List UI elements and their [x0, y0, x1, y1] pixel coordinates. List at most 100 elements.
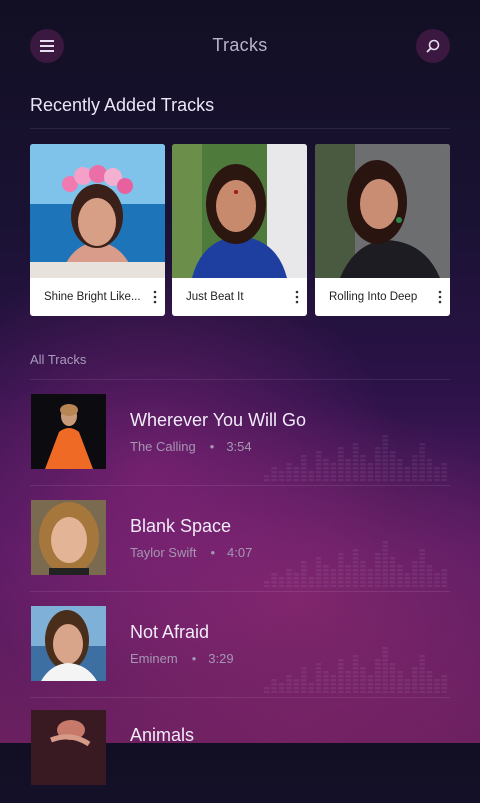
equalizer-segment: [434, 683, 440, 686]
equalizer-segment: [419, 683, 425, 686]
equalizer-segment: [308, 475, 314, 478]
track-row[interactable]: Wherever You Will Go The Calling • 3:54: [0, 380, 480, 485]
recent-track-card[interactable]: Rolling Into Deep: [315, 144, 450, 316]
card-title: Shine Bright Like...: [44, 291, 141, 303]
equalizer-segment: [426, 577, 433, 580]
equalizer-segment: [323, 475, 329, 478]
equalizer-segment: [360, 585, 366, 587]
more-vertical-icon[interactable]: [151, 290, 159, 304]
equalizer-segment: [375, 479, 381, 481]
equalizer-segment: [338, 479, 344, 481]
more-vertical-icon[interactable]: [293, 290, 301, 304]
equalizer-segment: [375, 687, 381, 690]
equalizer-segment: [441, 687, 448, 690]
track-thumbnail: [31, 710, 106, 785]
equalizer-segment: [389, 561, 396, 564]
equalizer-segment: [419, 659, 425, 662]
equalizer-segment: [375, 585, 381, 587]
equalizer-segment: [375, 683, 381, 686]
equalizer-segment: [293, 467, 300, 470]
equalizer-segment: [367, 479, 374, 481]
equalizer-segment: [419, 459, 425, 462]
equalizer-segment: [360, 687, 366, 690]
equalizer-segment: [330, 691, 337, 693]
equalizer-segment: [315, 683, 322, 686]
equalizer-segment: [301, 585, 307, 587]
equalizer-segment: [367, 585, 374, 587]
equalizer-segment: [426, 691, 433, 693]
equalizer-segment: [315, 671, 322, 674]
search-button[interactable]: [416, 29, 450, 63]
equalizer-segment: [360, 475, 366, 478]
track-artist: Taylor Swift: [130, 545, 197, 560]
equalizer-segment: [345, 471, 351, 474]
equalizer-segment: [352, 691, 359, 693]
equalizer-segment: [293, 581, 300, 584]
equalizer-segment: [330, 581, 337, 584]
equalizer-segment: [308, 577, 314, 580]
equalizer-segment: [301, 667, 307, 670]
equalizer-segment: [426, 565, 433, 568]
equalizer-segment: [426, 581, 433, 584]
equalizer-segment: [286, 687, 292, 690]
equalizer-segment: [382, 471, 388, 474]
equalizer-segment: [426, 675, 433, 678]
equalizer-segment: [412, 561, 418, 564]
equalizer-segment: [367, 475, 374, 478]
equalizer-segment: [367, 581, 374, 584]
equalizer-segment: [419, 467, 425, 470]
equalizer-segment: [419, 479, 425, 481]
equalizer-segment: [441, 569, 448, 572]
track-row[interactable]: Blank Space Taylor Swift • 4:07: [0, 486, 480, 591]
equalizer-segment: [434, 573, 440, 576]
equalizer-segment: [315, 459, 322, 462]
equalizer-segment: [286, 581, 292, 584]
equalizer-segment: [441, 581, 448, 584]
equalizer-segment: [301, 671, 307, 674]
equalizer-segment: [271, 467, 277, 470]
equalizer-segment: [441, 675, 448, 678]
track-duration: 3:54: [226, 439, 252, 454]
equalizer-segment: [360, 459, 366, 462]
equalizer-segment: [367, 463, 374, 466]
equalizer-segment: [271, 573, 277, 576]
equalizer-segment: [323, 467, 329, 470]
equalizer-segment: [352, 581, 359, 584]
equalizer-segment: [441, 471, 448, 474]
equalizer-segment: [397, 675, 403, 678]
equalizer-segment: [375, 663, 381, 666]
equalizer-segment: [397, 687, 403, 690]
equalizer-segment: [412, 479, 418, 481]
equalizer-segment: [315, 667, 322, 670]
recent-track-card[interactable]: Shine Bright Like...: [30, 144, 165, 316]
equalizer-segment: [389, 475, 396, 478]
equalizer-segment: [293, 479, 300, 481]
equalizer-segment: [330, 585, 337, 587]
more-vertical-icon[interactable]: [436, 290, 444, 304]
equalizer-segment: [382, 439, 388, 442]
album-art: [172, 144, 307, 278]
equalizer-segment: [315, 463, 322, 466]
equalizer-segment: [330, 467, 337, 470]
track-thumbnail: [31, 394, 106, 469]
equalizer-segment: [382, 443, 388, 446]
equalizer-segment: [426, 463, 433, 466]
equalizer-segment: [426, 671, 433, 674]
equalizer-segment: [330, 475, 337, 478]
track-row[interactable]: Animals: [0, 698, 480, 803]
equalizer-segment: [419, 463, 425, 466]
equalizer-segment: [352, 557, 359, 560]
equalizer-segment: [278, 585, 285, 587]
equalizer-segment: [345, 467, 351, 470]
equalizer-segment: [352, 671, 359, 674]
equalizer-segment: [352, 443, 359, 446]
equalizer-segment: [360, 683, 366, 686]
equalizer-segment: [360, 679, 366, 682]
recent-track-card[interactable]: Just Beat It: [172, 144, 307, 316]
equalizer-segment: [397, 459, 403, 462]
equalizer-segment: [315, 691, 322, 693]
equalizer-segment: [441, 463, 448, 466]
equalizer-segment: [382, 459, 388, 462]
track-row[interactable]: Not Afraid Eminem • 3:29: [0, 592, 480, 697]
equalizer-segment: [397, 581, 403, 584]
